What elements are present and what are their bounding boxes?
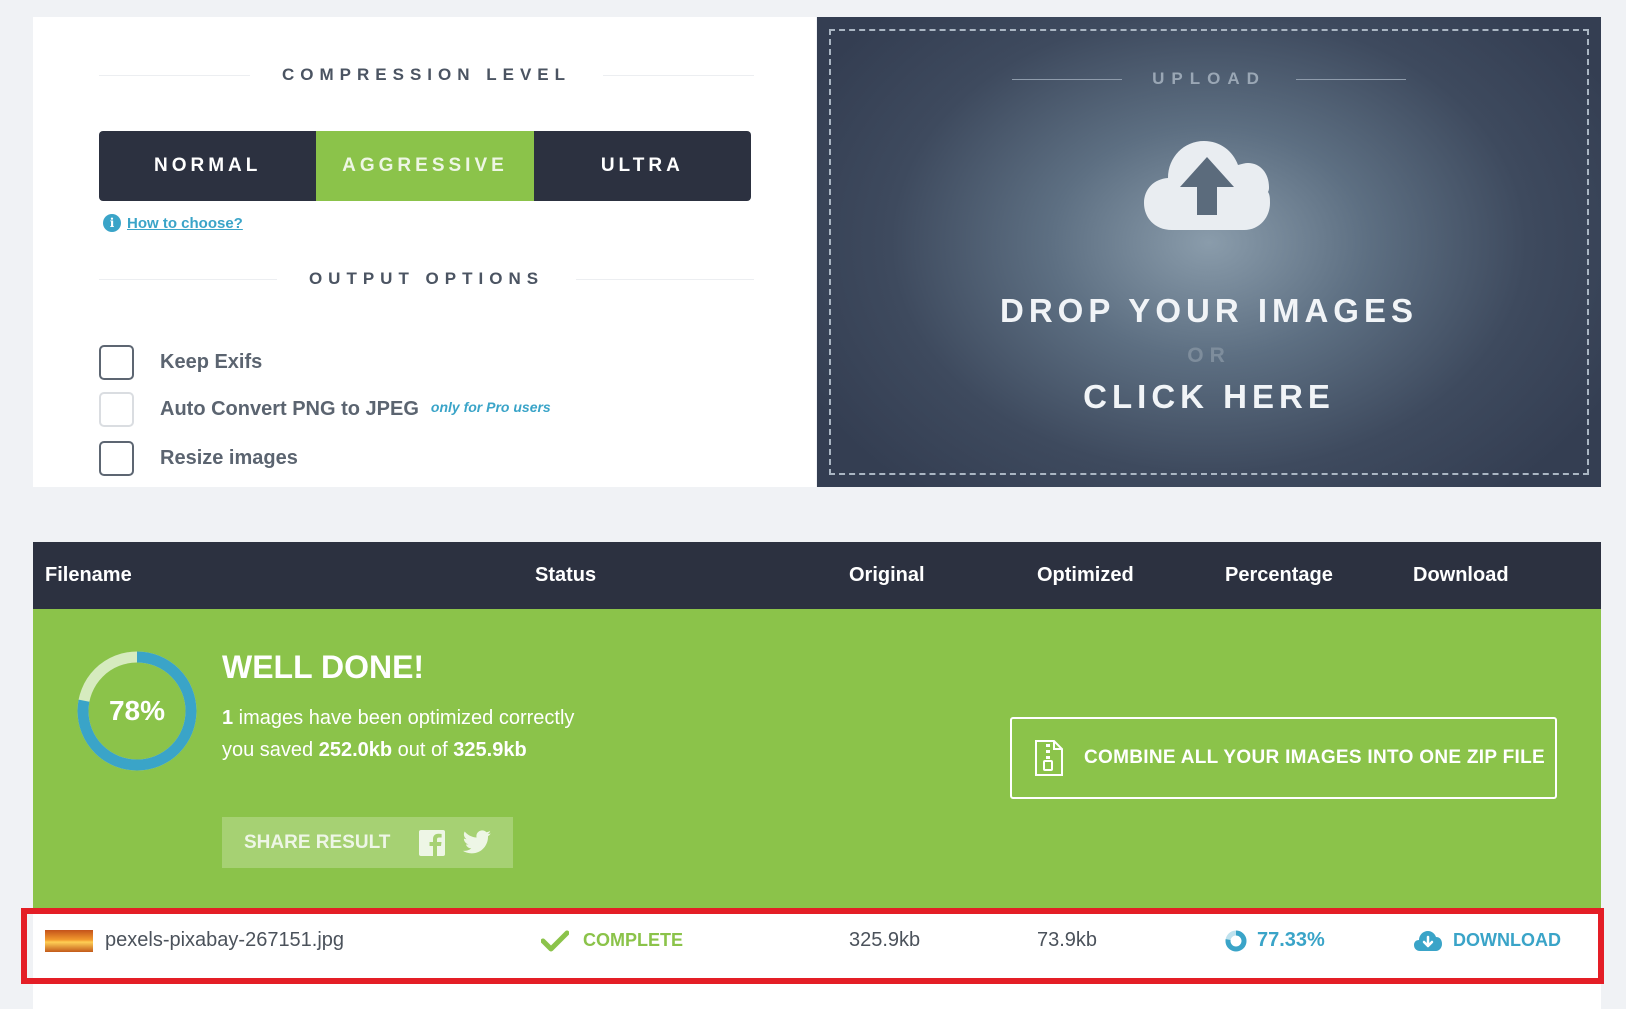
option-auto-convert: Auto Convert PNG to JPEG only for Pro us… xyxy=(99,392,551,427)
facebook-icon[interactable] xyxy=(418,829,446,857)
row-highlight-box xyxy=(21,908,1604,984)
option-keep-exifs[interactable]: Keep Exifs xyxy=(99,345,262,380)
help-row: i How to choose? xyxy=(103,214,243,232)
divider xyxy=(1012,78,1123,80)
upload-dropzone[interactable]: UPLOAD DROP YOUR IMAGES OR CLICK HERE xyxy=(817,17,1601,487)
saved-amount: 252.0kb xyxy=(318,739,393,761)
upload-title: UPLOAD xyxy=(1152,69,1266,88)
share-result-label: SHARE RESULT xyxy=(244,831,391,853)
or-text: OR xyxy=(1187,344,1231,367)
divider xyxy=(576,278,754,280)
total-amount: 325.9kb xyxy=(453,739,527,761)
output-options-title: OUTPUT OPTIONS xyxy=(308,269,545,288)
info-icon: i xyxy=(103,214,121,232)
well-done-title: WELL DONE! xyxy=(222,649,425,685)
divider xyxy=(99,278,277,280)
saved-mid: out of xyxy=(392,739,454,761)
images-optimized-suffix: images have been optimized correctly xyxy=(233,707,575,729)
resize-images-checkbox[interactable] xyxy=(99,441,134,476)
image-count: 1 xyxy=(222,707,234,729)
keep-exifs-checkbox[interactable] xyxy=(99,345,134,380)
compression-level-title: COMPRESSION LEVEL xyxy=(281,65,572,84)
output-options-heading: OUTPUT OPTIONS xyxy=(99,269,754,289)
combine-zip-button[interactable]: COMBINE ALL YOUR IMAGES INTO ONE ZIP FIL… xyxy=(1010,717,1557,799)
divider xyxy=(603,74,754,76)
header-filename: Filename xyxy=(45,564,132,586)
level-ultra-button[interactable]: ULTRA xyxy=(534,131,751,201)
level-aggressive-button[interactable]: AGGRESSIVE xyxy=(316,131,534,201)
header-optimized: Optimized xyxy=(1037,564,1134,586)
click-here-text: CLICK HERE xyxy=(1083,378,1335,415)
combine-zip-label: COMBINE ALL YOUR IMAGES INTO ONE ZIP FIL… xyxy=(1084,747,1545,768)
pro-only-note: only for Pro users xyxy=(430,398,551,415)
images-optimized-text: 1 images have been optimized correctly xyxy=(222,707,574,730)
header-original: Original xyxy=(849,564,925,586)
how-to-choose-link[interactable]: How to choose? xyxy=(127,215,243,232)
cloud-upload-icon xyxy=(1144,141,1270,230)
resize-images-label: Resize images xyxy=(160,447,298,469)
compression-level-heading: COMPRESSION LEVEL xyxy=(99,65,754,85)
percent-saved-label: 78% xyxy=(108,695,166,726)
divider xyxy=(1295,78,1406,80)
header-status: Status xyxy=(535,564,597,586)
keep-exifs-label: Keep Exifs xyxy=(160,351,263,373)
drop-images-text: DROP YOUR IMAGES xyxy=(999,292,1418,329)
share-result-button[interactable]: SHARE RESULT xyxy=(222,817,513,868)
header-download: Download xyxy=(1413,564,1509,586)
upload-heading: UPLOAD xyxy=(817,69,1601,89)
divider xyxy=(99,74,250,76)
compression-level-selector: NORMAL AGGRESSIVE ULTRA xyxy=(99,131,751,201)
table-header: Filename Status Original Optimized Perce… xyxy=(33,542,1601,609)
saved-prefix: you saved xyxy=(222,739,319,761)
auto-convert-checkbox xyxy=(99,392,134,427)
settings-panel: COMPRESSION LEVEL NORMAL AGGRESSIVE ULTR… xyxy=(33,17,816,487)
saved-text: you saved 252.0kb out of 325.9kb xyxy=(222,739,527,762)
twitter-icon[interactable] xyxy=(462,829,492,856)
zip-file-icon xyxy=(1035,740,1063,776)
option-resize-images[interactable]: Resize images xyxy=(99,441,298,476)
level-normal-button[interactable]: NORMAL xyxy=(99,131,316,201)
summary-banner: 78% WELL DONE! 1 images have been optimi… xyxy=(33,609,1601,909)
header-percentage: Percentage xyxy=(1225,564,1333,586)
auto-convert-label: Auto Convert PNG to JPEG xyxy=(160,398,419,420)
